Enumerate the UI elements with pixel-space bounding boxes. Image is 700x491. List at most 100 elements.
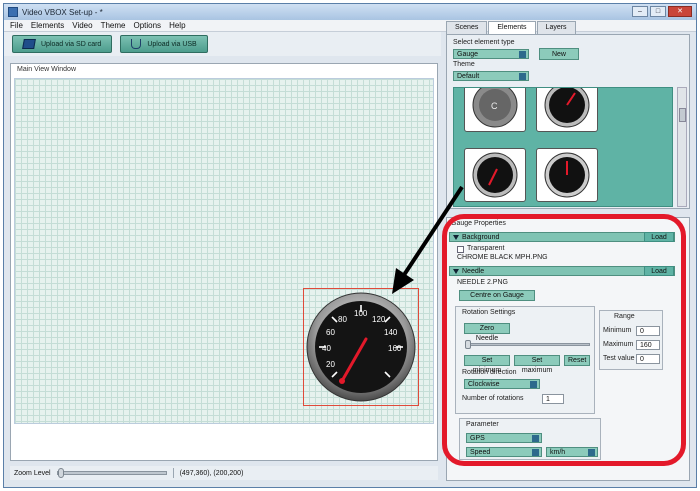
transparent-checkbox[interactable]	[457, 246, 464, 253]
parameter-source-value: GPS	[470, 435, 485, 442]
background-label: Background	[462, 234, 500, 241]
main-view-window[interactable]: Main View Window 80 100 120 60 140 40 16…	[10, 63, 438, 461]
rotation-slider-thumb[interactable]	[465, 340, 471, 349]
centre-on-gauge-button[interactable]: Centre on Gauge	[459, 290, 535, 301]
maximum-label: Maximum	[603, 341, 634, 348]
theme-value: Default	[457, 73, 480, 80]
menu-help[interactable]: Help	[169, 21, 185, 30]
needle-label: Needle	[462, 268, 485, 275]
gauge-tick-80: 80	[338, 315, 347, 324]
chevron-down-icon	[519, 73, 526, 80]
background-load-button[interactable]: Load	[644, 232, 674, 242]
gauge-thumb-3[interactable]	[464, 148, 526, 202]
gauge-tick-40: 40	[322, 344, 331, 353]
chevron-down-icon	[532, 449, 539, 456]
theme-label: Theme	[453, 61, 475, 68]
scrollbar-thumb[interactable]	[679, 108, 686, 122]
coords-readout: (497,360), (200,200)	[179, 469, 244, 477]
rotation-settings-group: Rotation Settings Zero Needle Set minimu…	[455, 306, 595, 414]
test-value-input[interactable]: 0	[636, 354, 660, 364]
needle-load-button[interactable]: Load	[644, 266, 674, 276]
rotation-direction-value: Clockwise	[468, 381, 500, 388]
menu-video[interactable]: Video	[72, 21, 92, 30]
parameter-source-select[interactable]: GPS	[466, 433, 542, 443]
background-section-header[interactable]: Background Load	[449, 232, 675, 242]
zero-needle-button[interactable]: Zero Needle	[464, 323, 510, 342]
maximize-button[interactable]: □	[650, 6, 666, 17]
upload-sd-button[interactable]: Upload via SD card	[12, 35, 113, 53]
rotation-settings-title: Rotation Settings	[462, 309, 516, 316]
range-group: Range Minimum 0 Maximum 160 Test value 0	[599, 310, 663, 370]
zoom-slider-thumb[interactable]	[57, 468, 64, 478]
close-button[interactable]: ✕	[668, 6, 692, 17]
gauge-thumb-2-graphic	[544, 88, 590, 128]
tab-elements[interactable]: Elements	[488, 21, 536, 34]
rotations-stepper[interactable]: 1	[542, 394, 564, 404]
rotations-label: Number of rotations	[462, 395, 524, 402]
element-type-select[interactable]: Gauge	[453, 49, 529, 59]
parameter-unit-select[interactable]: km/h	[546, 447, 598, 457]
gauge-element[interactable]: 80 100 120 60 140 40 160 20	[303, 288, 419, 406]
gauge-tick-120: 120	[372, 315, 386, 324]
gauge-thumb-4-graphic	[544, 152, 590, 198]
set-maximum-button[interactable]: Set maximum	[514, 355, 560, 374]
tab-scenes[interactable]: Scenes	[446, 21, 488, 34]
collapse-triangle-icon	[453, 235, 459, 240]
element-type-label: Select element type	[453, 39, 515, 46]
menu-elements[interactable]: Elements	[31, 21, 64, 30]
status-separator	[172, 468, 174, 478]
gauge-thumb-1[interactable]: C	[464, 88, 526, 132]
toolbar: Upload via SD card Upload via USB	[4, 32, 441, 56]
maximum-input[interactable]: 160	[636, 340, 660, 350]
reset-button[interactable]: Reset	[564, 355, 590, 366]
parameter-channel-select[interactable]: Speed	[466, 447, 542, 457]
thumbnail-scrollbar[interactable]	[677, 87, 687, 207]
zoom-slider[interactable]	[56, 468, 167, 478]
needle-file: NEEDLE 2.PNG	[457, 279, 508, 286]
gauge-thumb-4[interactable]	[536, 148, 598, 202]
chevron-down-icon	[532, 435, 539, 442]
minimize-button[interactable]: –	[632, 6, 648, 17]
right-panel: Scenes Elements Layers Select element ty…	[446, 21, 690, 481]
main-view-label: Main View Window	[17, 66, 77, 73]
collapse-triangle-icon	[453, 269, 459, 274]
range-title: Range	[614, 313, 635, 320]
sd-card-icon	[22, 39, 36, 49]
transparent-label: Transparent	[467, 245, 505, 252]
gauge-tick-100: 100	[354, 309, 368, 318]
tab-layers[interactable]: Layers	[536, 21, 576, 34]
menu-options[interactable]: Options	[133, 21, 161, 30]
upload-usb-button[interactable]: Upload via USB	[120, 35, 208, 53]
gauge-tick-140: 140	[384, 328, 398, 337]
gauge-tick-20: 20	[326, 360, 335, 369]
needle-section-header[interactable]: Needle Load	[449, 266, 675, 276]
gauge-tick-160: 160	[388, 344, 402, 353]
test-value-label: Test value	[603, 355, 635, 362]
properties-title: Gauge Properties	[451, 220, 506, 227]
new-element-button[interactable]: New	[539, 48, 579, 60]
menu-file[interactable]: File	[10, 21, 23, 30]
gauge-thumb-1-graphic: C	[472, 88, 518, 128]
rotation-direction-label: Rotation direction	[462, 369, 517, 376]
gauge-thumb-3-graphic	[472, 152, 518, 198]
gauge-thumb-2[interactable]	[536, 88, 598, 132]
app-icon	[8, 7, 18, 17]
chevron-down-icon	[530, 381, 537, 388]
gauge-properties-panel: Gauge Properties Background Load Transpa…	[446, 217, 690, 481]
background-file: CHROME BLACK MPH.PNG	[457, 254, 548, 261]
panel-tabs: Scenes Elements Layers	[446, 21, 690, 34]
set-minimum-button[interactable]: Set minimum	[464, 355, 510, 374]
theme-select[interactable]: Default	[453, 71, 529, 81]
minimum-input[interactable]: 0	[636, 326, 660, 336]
upload-sd-label: Upload via SD card	[41, 40, 102, 48]
menu-theme[interactable]: Theme	[101, 21, 126, 30]
zoom-label: Zoom Level	[14, 469, 51, 477]
rotation-direction-select[interactable]: Clockwise	[464, 379, 540, 389]
window-title: Video VBOX Set-up - *	[22, 7, 103, 17]
gauge-thumbnails: C	[453, 87, 673, 207]
elements-section: Select element type Gauge New Theme Defa…	[446, 34, 690, 209]
minimum-label: Minimum	[603, 327, 632, 334]
rotation-slider[interactable]	[465, 340, 590, 349]
parameter-title: Parameter	[466, 421, 499, 428]
usb-icon	[131, 39, 142, 49]
